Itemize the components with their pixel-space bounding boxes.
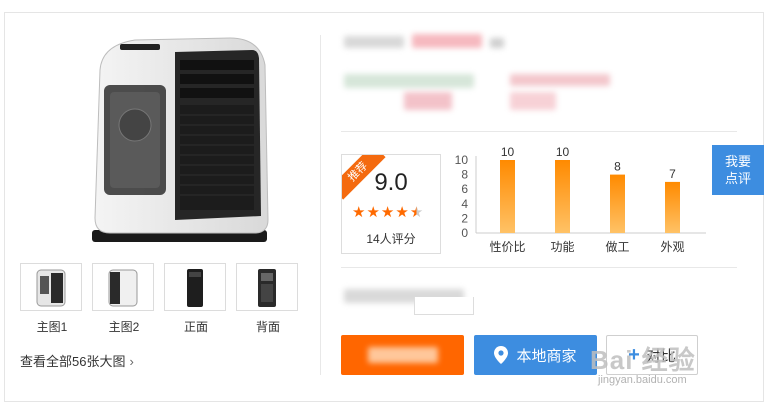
obscured-spec-price [510, 74, 610, 86]
product-main-image[interactable] [80, 30, 280, 245]
obscured-link-icon [490, 38, 504, 48]
compare-button[interactable]: + 对比 [606, 335, 698, 375]
y-tick-label: 10 [455, 153, 469, 167]
star-icon: ★ [395, 204, 409, 221]
x-category-label: 功能 [550, 240, 574, 254]
rating-votes: 14人评分 [366, 232, 416, 246]
y-tick-label: 8 [461, 168, 468, 182]
bar [610, 174, 625, 233]
rating-score: 9.0 [374, 169, 408, 196]
local-dealer-button[interactable]: 本地商家 [474, 335, 597, 375]
thumbnail-label: 背面 [255, 320, 280, 334]
thumbnail-front[interactable]: 正面 [164, 263, 226, 334]
write-review-tab[interactable]: 我要 点评 [712, 145, 764, 195]
section-divider [341, 131, 737, 132]
review-tab-line2: 点评 [724, 171, 751, 186]
star-icon: ★ [352, 204, 366, 221]
star-icon: ★ [380, 204, 395, 221]
y-tick-label: 6 [461, 182, 468, 196]
obscured-product-name [344, 36, 404, 48]
bar-value-label: 8 [614, 160, 621, 174]
column-divider [320, 35, 321, 375]
thumbnail-label: 主图2 [108, 320, 140, 334]
obscured-buy-label [367, 347, 438, 363]
star-icon: ★ [366, 204, 380, 221]
bar [665, 181, 680, 233]
obscured-price [412, 34, 482, 48]
local-dealer-label: 本地商家 [516, 347, 577, 365]
obscured-select[interactable] [414, 297, 474, 315]
compare-label: 对比 [645, 347, 676, 365]
location-pin-icon [494, 346, 509, 364]
bar [500, 160, 515, 233]
obscured-tag-2 [510, 92, 556, 110]
bar-value-label: 7 [669, 167, 676, 181]
bar-value-label: 10 [501, 145, 515, 159]
bar-value-label: 10 [556, 145, 570, 159]
thumbnail-back[interactable]: 背面 [236, 263, 298, 334]
x-category-label: 外观 [660, 240, 684, 254]
star-icon: ★ [409, 204, 424, 221]
obscured-tag-1 [404, 92, 452, 110]
y-tick-label: 2 [461, 211, 468, 225]
obscured-spec-row [344, 74, 474, 88]
buy-button[interactable] [341, 335, 464, 375]
y-tick-label: 4 [461, 197, 468, 211]
thumbnail-main-1[interactable]: 主图1 [20, 263, 82, 334]
x-category-label: 做工 [605, 239, 629, 254]
bar [555, 160, 570, 233]
star-rating: ★ ★ ★ ★ ★ [352, 205, 423, 221]
plus-icon: + [628, 344, 640, 366]
rating-box: 推荐 9.0 ★ ★ ★ ★ ★ 14人评分 [341, 154, 441, 254]
x-category-label: 性价比 [489, 240, 525, 254]
thumbnail-main-2[interactable]: 主图2 [92, 263, 154, 334]
thumbnail-label: 正面 [183, 320, 208, 334]
rating-bar-chart: 024681010性价比10功能8做工7外观 [455, 145, 706, 254]
view-all-images-link[interactable]: 查看全部56张大图 › [20, 351, 134, 370]
view-all-label: 查看全部56张大图 [20, 354, 126, 369]
thumbnail-label: 主图1 [36, 320, 68, 334]
section-divider [341, 267, 737, 268]
y-tick-label: 0 [461, 226, 468, 240]
chevron-right-icon: › [129, 354, 134, 369]
review-tab-line1: 我要 [724, 154, 751, 169]
